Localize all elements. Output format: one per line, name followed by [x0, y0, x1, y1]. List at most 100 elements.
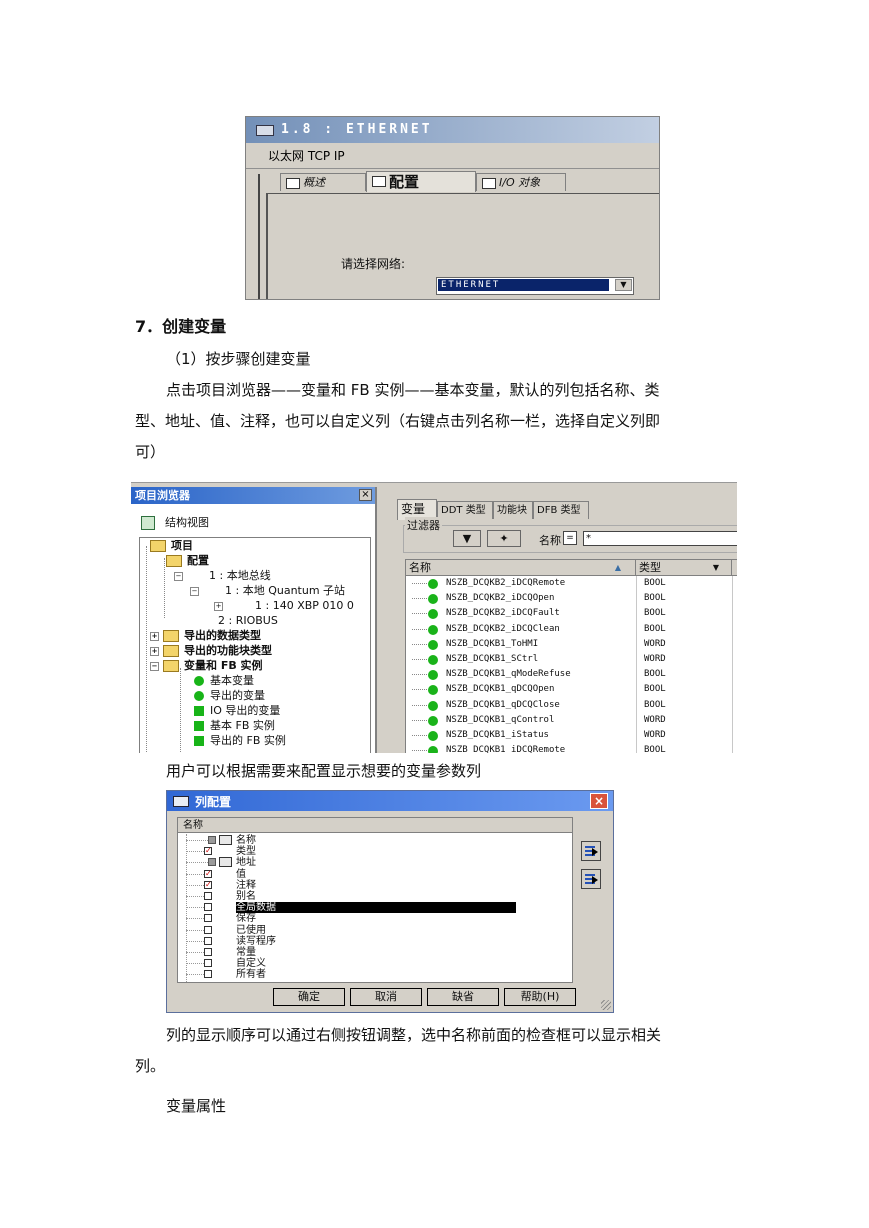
- variable-type: WORD: [644, 638, 666, 649]
- resize-grip-icon[interactable]: [601, 1000, 611, 1010]
- checkbox-checked-icon[interactable]: ✓: [204, 880, 212, 889]
- variable-type: WORD: [644, 714, 666, 725]
- tree-item-exported-variables[interactable]: 导出的变量: [194, 688, 265, 703]
- tab-function-blocks[interactable]: 功能块: [493, 501, 533, 519]
- close-icon[interactable]: ×: [359, 489, 372, 501]
- list-item[interactable]: 已使用: [178, 925, 572, 936]
- step-text: （1）按步骤创建变量: [166, 350, 311, 368]
- variable-icon: [428, 579, 438, 589]
- tree-item-exported-data-types[interactable]: + 导出的数据类型: [150, 628, 261, 643]
- checkbox-icon[interactable]: [204, 959, 212, 968]
- list-item[interactable]: 自定义: [178, 958, 572, 969]
- tree-item-local-quantum[interactable]: −1 : 本地 Quantum 子站: [190, 583, 345, 598]
- filter-settings-icon[interactable]: ✦: [487, 530, 521, 547]
- variable-name: NSZB_DCQKB2_iDCQFault: [446, 608, 560, 619]
- table-row[interactable]: NSZB_DCQKB1_qDCQOpen BOOL: [406, 682, 737, 697]
- tab-config[interactable]: 配置: [366, 171, 476, 192]
- variable-icon: [428, 746, 438, 753]
- checkbox-checked-icon[interactable]: ✓: [204, 847, 212, 856]
- tree-item-variables-fb[interactable]: − 变量和 FB 实例: [150, 658, 263, 673]
- filter-icon[interactable]: ▼: [453, 530, 481, 547]
- folder-icon: [150, 540, 166, 552]
- move-up-button[interactable]: [581, 841, 601, 861]
- variable-icon: [428, 715, 438, 726]
- checkbox-icon[interactable]: [204, 948, 212, 956]
- dropdown-arrow-icon[interactable]: ▼: [713, 560, 719, 576]
- list-item[interactable]: ✓ 类型: [178, 846, 572, 857]
- tree-item-xbp[interactable]: +1 : 140 XBP 010 0: [214, 598, 354, 613]
- table-row[interactable]: NSZB_DCQKB2_iDCQFault BOOL: [406, 606, 737, 621]
- ok-button[interactable]: 确定: [273, 988, 345, 1006]
- table-row[interactable]: NSZB_DCQKB1_iDCQRemote BOOL: [406, 743, 737, 753]
- list-item[interactable]: 保存: [178, 913, 572, 924]
- tree-item-local-bus[interactable]: −1 : 本地总线: [174, 568, 271, 583]
- tree-item-project[interactable]: 项目: [150, 538, 193, 553]
- module-icon: [256, 125, 274, 136]
- column-option-label: 注释: [236, 879, 256, 891]
- default-button[interactable]: 缺省: [427, 988, 499, 1006]
- checkbox-icon[interactable]: [204, 936, 212, 945]
- table-row[interactable]: NSZB_DCQKB2_iDCQRemote BOOL: [406, 576, 737, 591]
- tree-item-exported-fb-instances[interactable]: 导出的 FB 实例: [194, 733, 286, 748]
- expand-icon[interactable]: +: [150, 631, 159, 641]
- list-item[interactable]: 别名: [178, 891, 572, 902]
- column-header-extra[interactable]: [732, 560, 737, 576]
- network-select[interactable]: ETHERNET ▼: [436, 277, 634, 295]
- checkbox-icon[interactable]: [204, 914, 212, 923]
- close-icon[interactable]: ×: [590, 793, 608, 809]
- variable-icon: [194, 706, 204, 716]
- table-row[interactable]: NSZB_DCQKB2_iDCQOpen BOOL: [406, 591, 737, 606]
- checkbox-icon[interactable]: [204, 925, 212, 934]
- tree-item-riobus[interactable]: 2 : RIOBUS: [198, 613, 278, 628]
- column-option-label: 值: [236, 868, 246, 880]
- key-icon: [219, 857, 232, 868]
- table-row[interactable]: NSZB_DCQKB1_qControl WORD: [406, 713, 737, 728]
- list-item[interactable]: 名称: [178, 835, 572, 846]
- checkbox-icon[interactable]: [204, 892, 212, 900]
- help-button[interactable]: 帮助(H): [504, 988, 576, 1006]
- list-item[interactable]: ✓ 注释: [178, 880, 572, 891]
- tab-dfb-types[interactable]: DFB 类型: [533, 501, 589, 519]
- table-row[interactable]: NSZB_DCQKB1_SCtrl WORD: [406, 652, 737, 667]
- checkbox-icon[interactable]: [204, 903, 212, 912]
- arrow-right-icon: [592, 876, 598, 884]
- expand-icon[interactable]: +: [214, 601, 223, 611]
- column-header-name[interactable]: 名称 ▲: [406, 560, 636, 576]
- tab-io-objects[interactable]: I/O 对象: [476, 173, 566, 191]
- table-row[interactable]: NSZB_DCQKB1_qDCQClose BOOL: [406, 698, 737, 713]
- expand-icon[interactable]: +: [150, 646, 159, 656]
- variable-name: NSZB_DCQKB1_iStatus: [446, 730, 549, 740]
- fb-instance-icon: [194, 721, 204, 731]
- tree-item-basic-fb-instances[interactable]: 基本 FB 实例: [194, 718, 275, 733]
- tab-ddt-types[interactable]: DDT 类型: [437, 501, 493, 519]
- table-row[interactable]: NSZB_DCQKB1_qModeRefuse BOOL: [406, 667, 737, 682]
- dropdown-arrow-icon[interactable]: ▼: [615, 279, 632, 291]
- list-item[interactable]: 全局数据: [178, 902, 572, 914]
- list-item[interactable]: 常量: [178, 947, 572, 958]
- collapse-icon[interactable]: −: [190, 586, 199, 596]
- list-item[interactable]: 读写程序: [178, 936, 572, 947]
- checkbox-icon[interactable]: [204, 970, 212, 979]
- collapse-icon[interactable]: −: [174, 571, 183, 581]
- column-list-header: 名称: [178, 818, 572, 833]
- column-option-label: 名称: [236, 835, 256, 846]
- collapse-icon[interactable]: −: [150, 661, 159, 671]
- checkbox-checked-icon[interactable]: ✓: [204, 869, 212, 878]
- filter-input[interactable]: *: [583, 531, 737, 546]
- cancel-button[interactable]: 取消: [350, 988, 422, 1006]
- tree-item-exported-fb-types[interactable]: + 导出的功能块类型: [150, 643, 272, 658]
- column-header-type[interactable]: 类型 ▼: [636, 560, 732, 576]
- list-item[interactable]: ✓ 值: [178, 869, 572, 880]
- tree-item-config[interactable]: 配置: [166, 553, 209, 568]
- tree-item-basic-variables[interactable]: 基本变量: [194, 673, 254, 688]
- move-down-button[interactable]: [581, 869, 601, 889]
- list-item[interactable]: 所有者: [178, 969, 572, 980]
- filter-operator[interactable]: =: [563, 531, 577, 545]
- tree-item-io-exported-variables[interactable]: IO 导出的变量: [194, 703, 280, 718]
- list-item[interactable]: 地址: [178, 857, 572, 868]
- tab-overview[interactable]: 概述: [280, 173, 366, 191]
- table-row[interactable]: NSZB_DCQKB1_iStatus WORD: [406, 728, 737, 743]
- variable-icon: [428, 655, 438, 665]
- table-row[interactable]: NSZB_DCQKB1_ToHMI WORD: [406, 637, 737, 652]
- table-row[interactable]: NSZB_DCQKB2_iDCQClean BOOL: [406, 622, 737, 637]
